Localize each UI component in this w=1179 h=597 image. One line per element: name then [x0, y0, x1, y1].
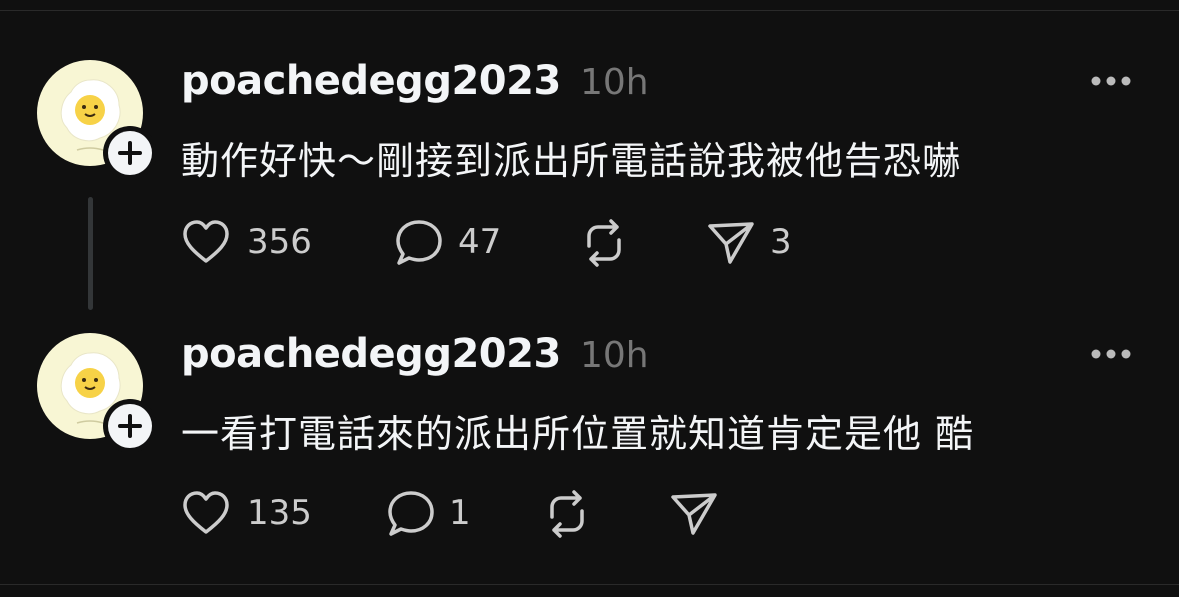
send-icon	[671, 493, 717, 535]
like-button[interactable]: 356	[181, 218, 321, 268]
heart-icon	[183, 491, 229, 534]
reply-button[interactable]: 1	[387, 489, 477, 539]
more-icon[interactable]	[1090, 347, 1132, 361]
reply-count: 47	[458, 222, 502, 262]
repost-icon	[587, 219, 621, 267]
username[interactable]: poachedegg2023	[181, 331, 561, 377]
reply-count: 1	[449, 493, 471, 533]
timestamp: 10h	[580, 62, 649, 103]
share-button[interactable]	[669, 489, 719, 539]
bottom-divider	[0, 584, 1179, 585]
share-button[interactable]: 3	[706, 218, 806, 268]
post-text: 動作好快～剛接到派出所電話說我被他告恐嚇	[181, 139, 962, 183]
more-icon[interactable]	[1090, 74, 1132, 88]
comment-icon	[388, 491, 434, 536]
repost-button[interactable]	[579, 218, 629, 268]
heart-icon	[183, 220, 229, 263]
avatar[interactable]	[37, 60, 157, 180]
plus-icon	[118, 414, 142, 438]
timestamp: 10h	[580, 335, 649, 376]
plus-icon	[118, 141, 142, 165]
like-count: 356	[247, 222, 312, 262]
repost-button[interactable]	[542, 489, 592, 539]
share-count: 3	[770, 222, 792, 262]
top-divider	[0, 10, 1179, 11]
username[interactable]: poachedegg2023	[181, 58, 561, 104]
send-icon	[708, 222, 754, 264]
follow-button[interactable]	[103, 399, 157, 453]
avatar[interactable]	[37, 333, 157, 453]
thread-line	[88, 197, 93, 310]
like-button[interactable]: 135	[181, 489, 321, 539]
reply-button[interactable]: 47	[395, 218, 510, 268]
comment-icon	[396, 220, 442, 265]
post-text: 一看打電話來的派出所位置就知道肯定是他 酷	[181, 412, 975, 456]
like-count: 135	[247, 493, 312, 533]
repost-icon	[550, 490, 584, 538]
follow-button[interactable]	[103, 126, 157, 180]
